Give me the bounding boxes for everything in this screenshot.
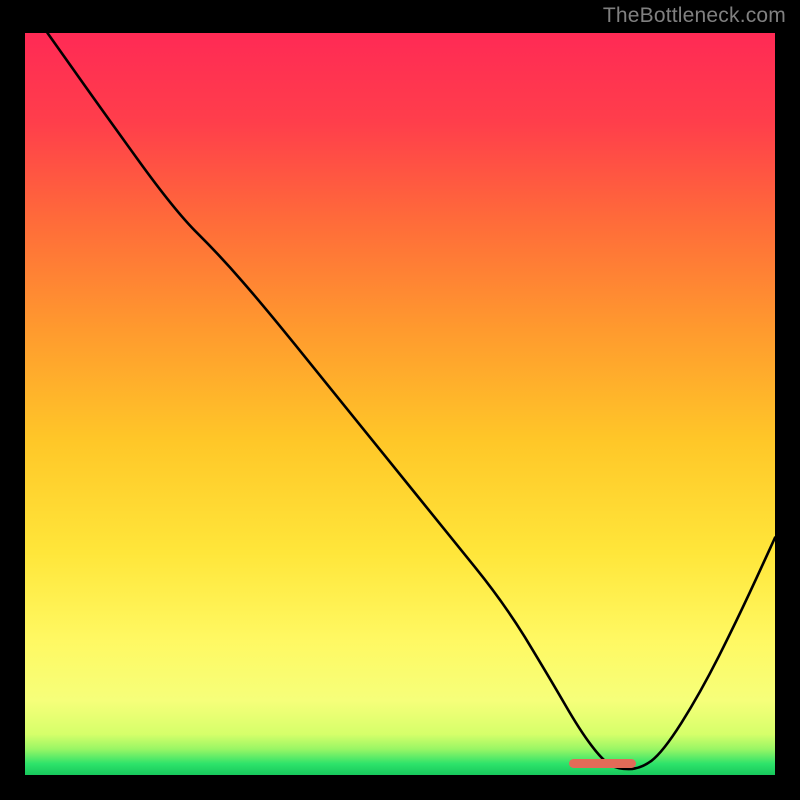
- optimal-range-marker: [569, 759, 637, 768]
- plot-area: [25, 33, 775, 775]
- stage: TheBottleneck.com: [0, 0, 800, 800]
- chart-svg: [25, 33, 775, 775]
- plot-frame: [22, 30, 778, 778]
- watermark-text: TheBottleneck.com: [603, 4, 786, 28]
- gradient-background: [25, 33, 775, 775]
